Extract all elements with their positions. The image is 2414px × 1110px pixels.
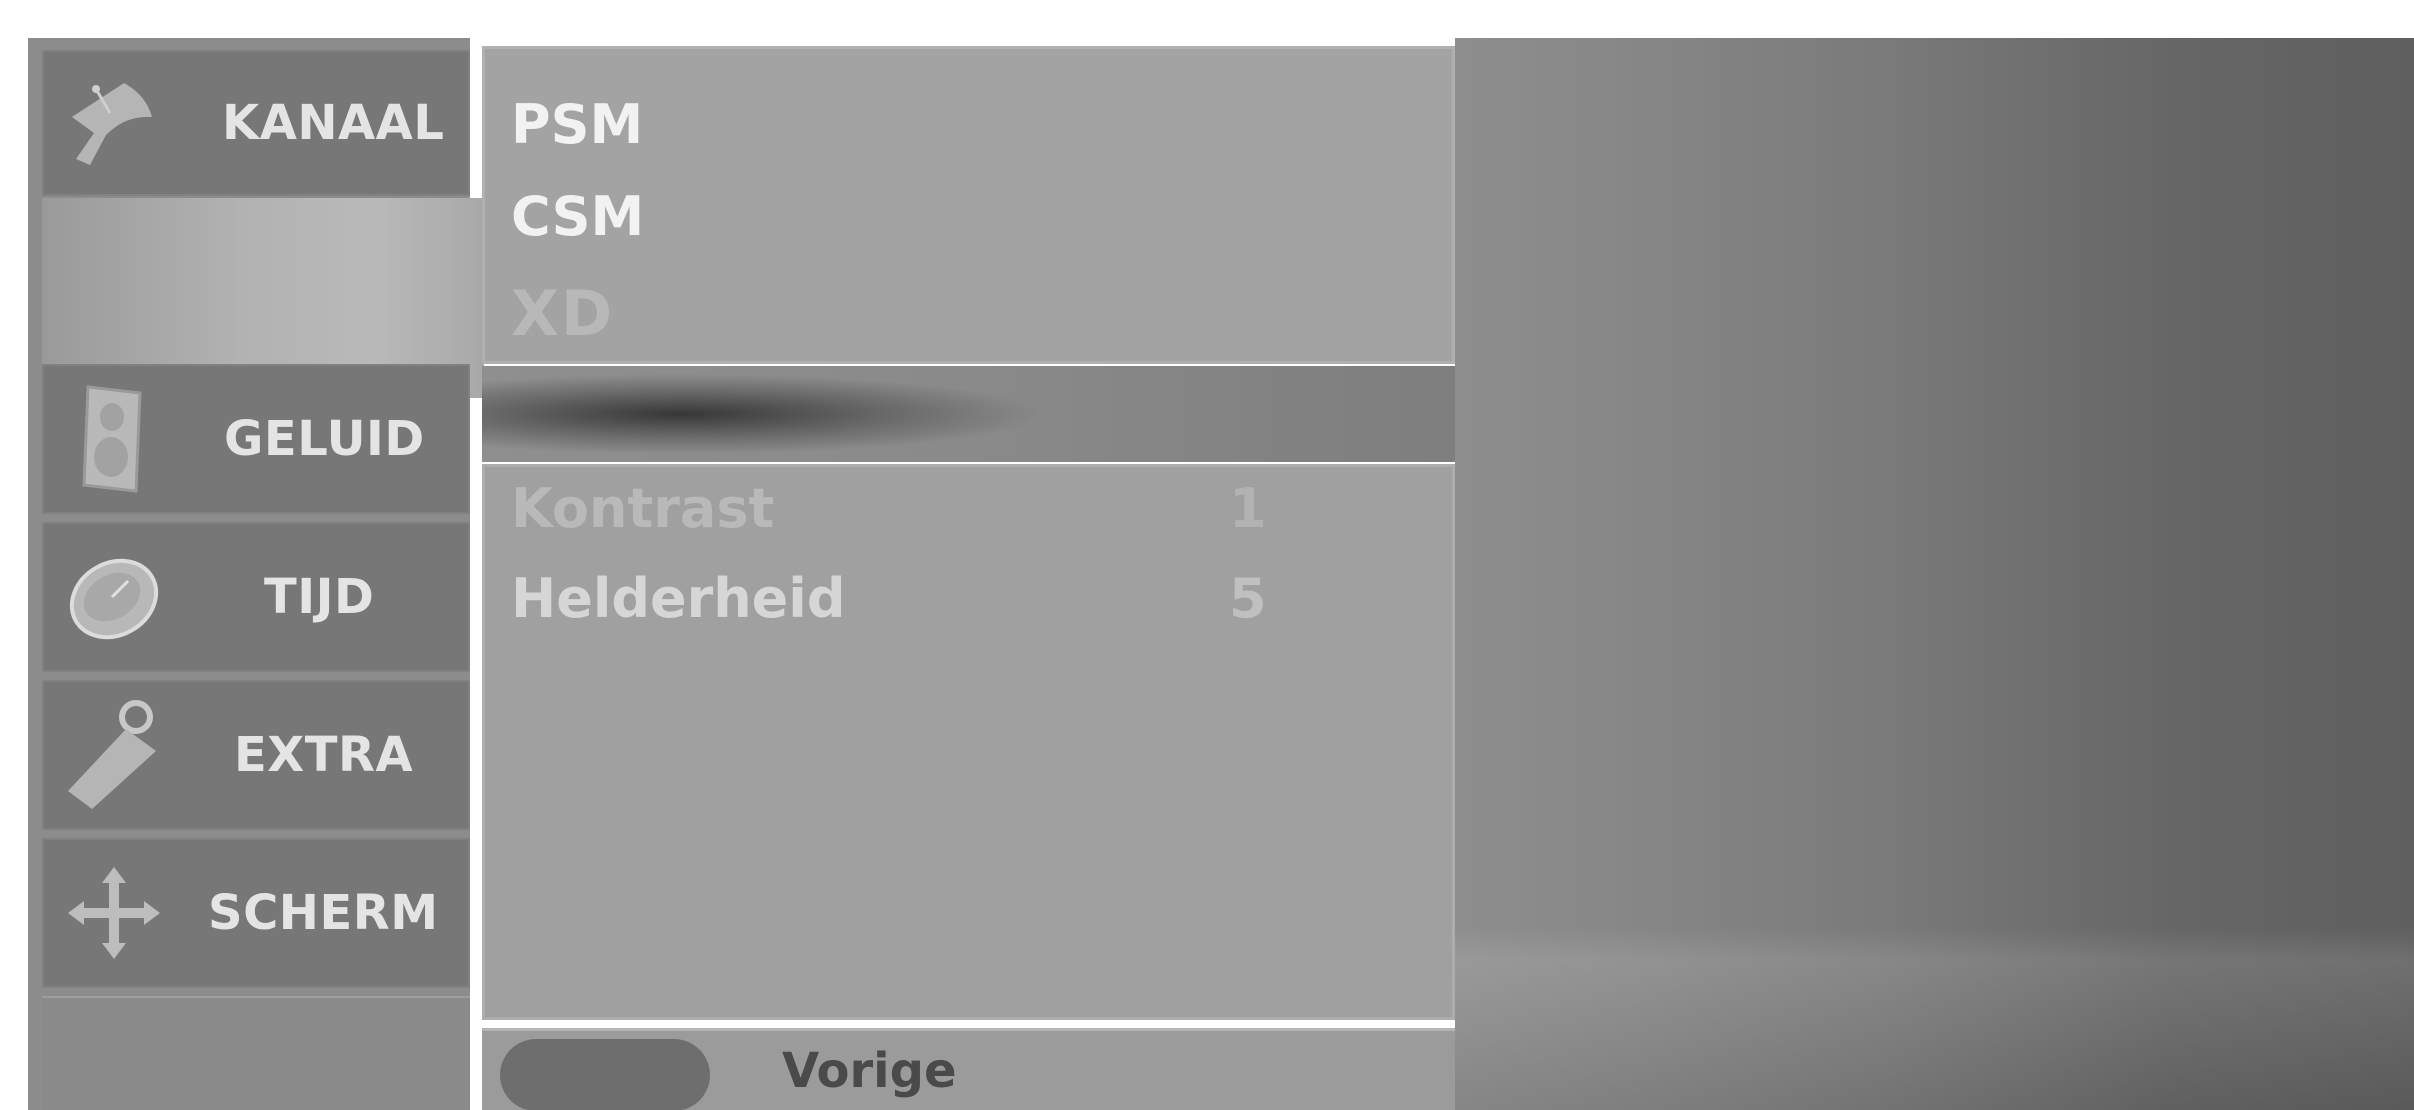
settings-panel: Kontrast 1 Helderheid 5 bbox=[482, 464, 1455, 1020]
setting-kontrast-label[interactable]: Kontrast bbox=[511, 477, 774, 540]
move-arrows-icon bbox=[56, 838, 171, 988]
panel-divider bbox=[482, 366, 1455, 462]
speaker-icon bbox=[56, 364, 171, 514]
footer-bar: Vorige bbox=[482, 1028, 1455, 1110]
tag-icon bbox=[56, 680, 171, 830]
tv-menu-screen: KANAAL GELUID TIJD EXTRA SCHERM PSM CSM … bbox=[0, 0, 2414, 1110]
menu-item-psm[interactable]: PSM bbox=[511, 93, 643, 156]
sidebar-item-label: EXTRA bbox=[234, 727, 414, 783]
sidebar-item-geluid[interactable]: GELUID bbox=[42, 364, 470, 514]
video-background bbox=[1455, 38, 2414, 1110]
previous-button[interactable] bbox=[500, 1039, 710, 1110]
setting-helderheid-label[interactable]: Helderheid bbox=[511, 567, 845, 630]
submenu-panel: PSM CSM XD bbox=[482, 46, 1455, 364]
setting-helderheid-value: 5 bbox=[1229, 567, 1267, 630]
satellite-dish-icon bbox=[56, 50, 171, 196]
sidebar-item-label: SCHERM bbox=[208, 885, 439, 941]
sidebar-empty-slot bbox=[42, 996, 470, 1110]
sidebar-item-scherm[interactable]: SCHERM bbox=[42, 838, 470, 988]
menu-item-xd[interactable]: XD bbox=[511, 277, 614, 350]
previous-label: Vorige bbox=[782, 1043, 957, 1099]
sidebar: KANAAL GELUID TIJD EXTRA SCHERM bbox=[28, 38, 484, 1110]
menu-item-csm[interactable]: CSM bbox=[511, 185, 644, 248]
sidebar-item-label: TIJD bbox=[264, 569, 375, 625]
sidebar-item-extra[interactable]: EXTRA bbox=[42, 680, 470, 830]
sidebar-item-label: KANAAL bbox=[222, 95, 445, 151]
sidebar-item-tijd[interactable]: TIJD bbox=[42, 522, 470, 672]
sidebar-item-label: GELUID bbox=[224, 411, 425, 467]
clock-icon bbox=[56, 522, 171, 672]
setting-kontrast-value: 1 bbox=[1229, 477, 1267, 540]
sidebar-item-kanaal[interactable]: KANAAL bbox=[42, 50, 470, 196]
